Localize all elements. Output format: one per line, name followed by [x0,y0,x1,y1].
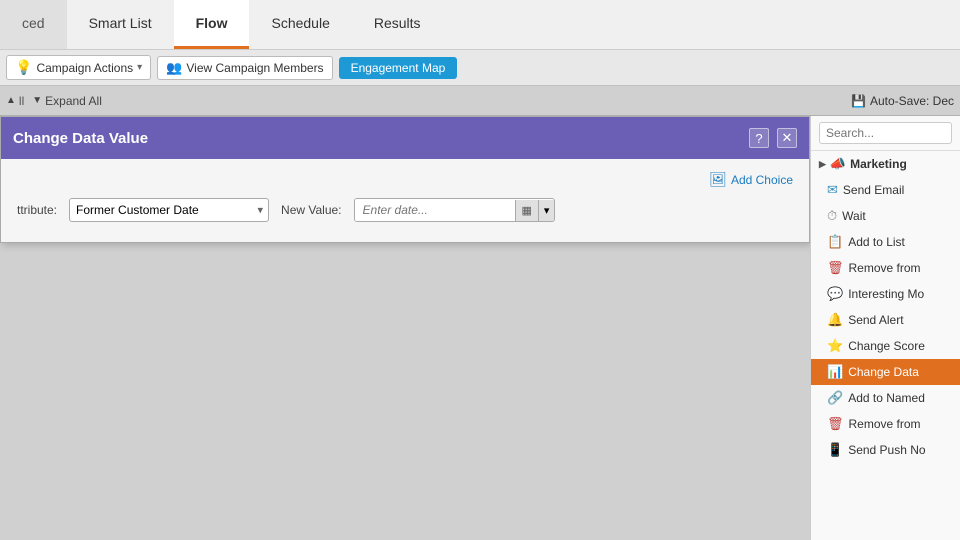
tab-flow[interactable]: Flow [174,0,250,49]
dialog-body: 🖼 Add Choice ttribute: Former Customer D… [1,159,809,242]
dropdown-arrow-icon: ▾ [137,62,142,73]
score-icon: ⭐ [827,338,843,354]
wait-icon: ⏱ [827,208,837,224]
sidebar-item-remove-from-named[interactable]: 🗑 Remove from [811,411,960,437]
search-box [811,116,960,151]
attribute-label: ttribute: [17,203,57,217]
email-icon: ✉ [827,182,838,198]
change-data-dialog: Change Data Value ? ✕ 🖼 Add Choice ttrib… [0,116,810,243]
search-input[interactable] [819,122,952,144]
floppy-icon: 💾 [851,94,866,108]
add-choice-row: 🖼 Add Choice [17,171,793,188]
remove-named-icon: 🗑 [827,416,844,432]
main-area: Change Data Value ? ✕ 🖼 Add Choice ttrib… [0,116,960,540]
sidebar-item-change-data[interactable]: 📊 Change Data [811,359,960,385]
form-row: ttribute: Former Customer Date New Value… [17,198,793,222]
attribute-select-wrapper: Former Customer Date [69,198,269,222]
sidebar-item-change-score[interactable]: ⭐ Change Score [811,333,960,359]
tab-ced[interactable]: ced [0,0,67,49]
add-choice-icon: 🖼 [709,171,727,188]
right-panel: ▶ 📣 Marketing ✉ Send Email ⏱ Wait 📋 Add … [810,116,960,540]
remove-list-icon: 🗑 [827,260,844,276]
push-icon: 📱 [827,442,843,458]
secondary-toolbar: ▲ ll ▼ Expand All 💾 Auto-Save: Dec [0,86,960,116]
collapse-all-button[interactable]: ▲ ll [6,94,24,108]
dialog-controls: ? ✕ [749,128,797,148]
sidebar-item-wait[interactable]: ⏱ Wait [811,203,960,229]
marketing-icon: 📣 [830,156,846,172]
sidebar-item-remove-from-list[interactable]: 🗑 Remove from [811,255,960,281]
dialog-title: Change Data Value [13,130,148,147]
view-members-button[interactable]: 👥 View Campaign Members [157,56,332,80]
sidebar-item-add-to-named[interactable]: 🔗 Add to Named [811,385,960,411]
named-icon: 🔗 [827,390,843,406]
marketing-section-header[interactable]: ▶ 📣 Marketing [811,151,960,177]
main-toolbar: 💡 Campaign Actions ▾ 👥 View Campaign Mem… [0,50,960,86]
sidebar-item-send-alert[interactable]: 🔔 Send Alert [811,307,960,333]
grid-icon: ▦ [522,204,532,217]
sidebar-item-interesting-moment[interactable]: 💬 Interesting Mo [811,281,960,307]
chevron-down-icon: ▾ [544,205,550,217]
interesting-icon: 💬 [827,286,843,302]
engagement-map-button[interactable]: Engagement Map [339,57,458,79]
autosave-status: 💾 Auto-Save: Dec [851,94,954,108]
top-navigation: ced Smart List Flow Schedule Results [0,0,960,50]
alert-icon: 🔔 [827,312,843,328]
sidebar-item-send-push[interactable]: 📱 Send Push No [811,437,960,463]
data-icon: 📊 [827,364,843,380]
campaign-actions-button[interactable]: 💡 Campaign Actions ▾ [6,55,151,80]
tab-smart-list[interactable]: Smart List [67,0,174,49]
tab-results[interactable]: Results [352,0,443,49]
members-icon: 👥 [166,60,182,76]
expand-icon: ▼ [32,95,42,106]
add-choice-button[interactable]: 🖼 Add Choice [709,171,793,188]
tab-schedule[interactable]: Schedule [249,0,351,49]
expand-all-button[interactable]: ▼ Expand All [32,94,102,108]
bulb-icon: 💡 [15,59,32,76]
date-input[interactable] [355,199,515,221]
date-grid-button[interactable]: ▦ [515,200,538,221]
dialog-info-button[interactable]: ? [749,128,769,148]
flow-canvas[interactable]: Change Data Value ? ✕ 🖼 Add Choice ttrib… [0,116,810,540]
date-input-wrapper: ▦ ▾ [354,198,556,222]
attribute-select[interactable]: Former Customer Date [69,198,269,222]
new-value-label: New Value: [281,203,341,217]
add-list-icon: 📋 [827,234,843,250]
collapse-icon: ▲ [6,95,16,106]
date-dropdown-button[interactable]: ▾ [538,200,555,221]
dialog-close-button[interactable]: ✕ [777,128,797,148]
sidebar-item-add-to-list[interactable]: 📋 Add to List [811,229,960,255]
dialog-header: Change Data Value ? ✕ [1,117,809,159]
sidebar-item-send-email[interactable]: ✉ Send Email [811,177,960,203]
triangle-icon: ▶ [819,159,826,170]
